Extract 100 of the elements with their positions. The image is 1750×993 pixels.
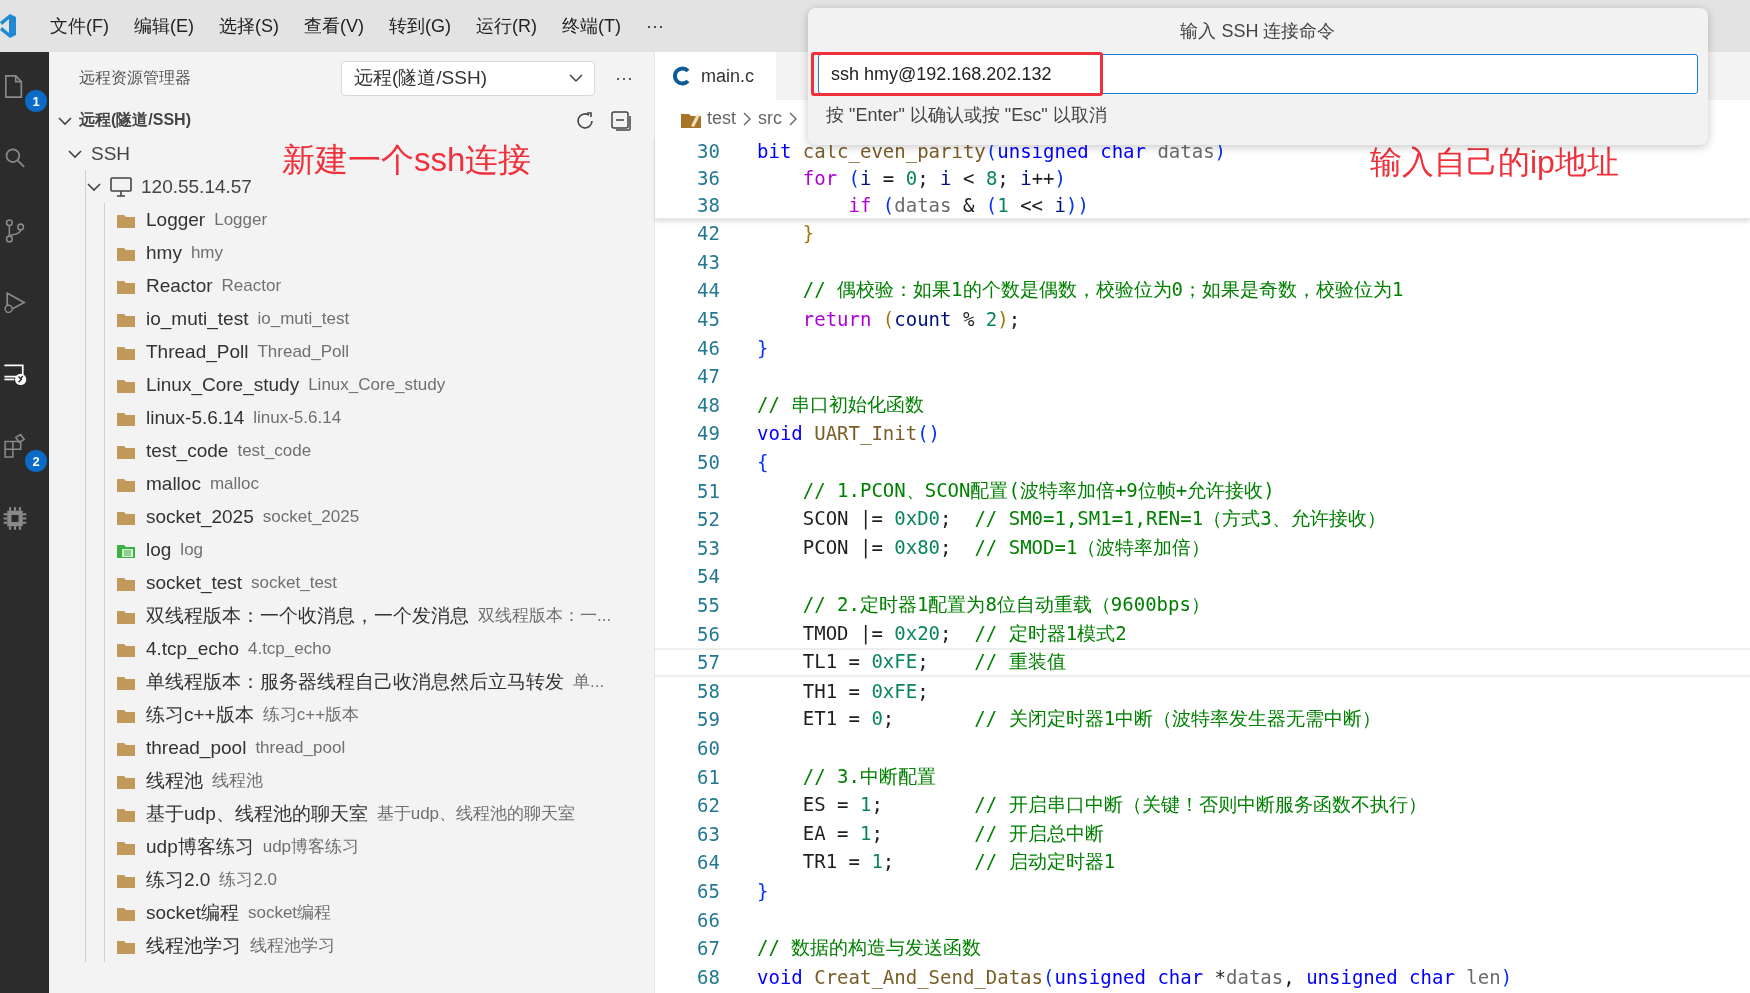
folder-name[interactable]: 练习c++版本 [146,701,254,728]
code-line: TH1 = 0xFE; [801,679,929,702]
folder-name[interactable]: 4.tcp_echo [146,637,239,660]
source-control-icon[interactable] [3,216,27,244]
folder-description: udp博客练习 [262,836,360,858]
code-line: TR1 = 1; // 启动定时器1 [801,849,1116,875]
menu-item[interactable]: 查看(V) [292,10,376,42]
folder-description: thread_pool [255,737,346,758]
folder-name[interactable]: linux-5.6.14 [146,406,245,429]
folder-description: linux-5.6.14 [253,407,342,428]
line-number: 30 [696,139,720,162]
line-number: 42 [696,222,720,245]
code-line: SCON |= 0xD0; // SM0=1,SM1=1,REN=1（方式3、允许接收） [801,506,1386,532]
folder-description: Thread_Poll [257,341,350,362]
folder-name[interactable]: log [146,538,172,561]
code-line: } [801,222,815,245]
more-actions-button[interactable]: ··· [609,66,639,90]
folder-description: 线程池 [212,770,263,792]
folder-name[interactable]: io_muti_test [146,307,249,330]
folder-name[interactable]: Thread_Poll [146,340,249,363]
line-number: 62 [696,794,720,817]
line-number: 44 [696,279,720,302]
line-number: 64 [696,851,720,874]
folder-description: 练习2.0 [219,869,278,891]
host-item[interactable]: 120.55.14.57 [141,175,252,198]
line-number: 48 [696,393,720,416]
folder-description: 单... [573,671,605,693]
folder-name[interactable]: 线程池 [146,767,203,794]
view-dropdown[interactable]: 远程(隧道/SSH) [341,60,595,96]
line-number: 59 [696,708,720,731]
folder-name[interactable]: udp博客练习 [146,833,254,860]
folder-description: Reactor [221,275,282,296]
code-line: PCON |= 0x80; // SMOD=1（波特率加倍） [801,534,1211,561]
code-line: EA = 1; // 开启总中断 [801,820,1104,846]
panel-title: 远程资源管理器 [79,67,192,88]
folder-name[interactable]: 单线程版本：服务器线程自己收消息然后立马转发 [146,668,564,695]
breadcrumb-item[interactable]: src [758,108,782,129]
folder-name[interactable]: 练习2.0 [146,866,211,893]
section-title[interactable]: 远程(隧道/SSH) [79,110,574,131]
folder-name[interactable]: Linux_Core_study [146,373,300,396]
line-number: 55 [696,594,720,616]
folder-description: test_code [237,440,312,461]
folder-name[interactable]: test_code [146,439,229,462]
folder-name[interactable]: Logger [146,208,206,231]
menu-item[interactable]: 文件(F) [38,10,121,42]
folder-name[interactable]: socket_test [146,571,243,594]
line-number: 50 [696,451,720,474]
folder-name[interactable]: thread_pool [146,736,247,759]
line-number: 47 [696,365,720,388]
menu-item[interactable]: 转到(G) [377,10,463,42]
tree-item[interactable]: SSH [91,142,131,165]
folder-description: socket编程 [247,902,332,924]
folder-name[interactable]: socket编程 [146,899,239,926]
line-number: 49 [696,422,720,445]
folder-description: socket_2025 [262,506,360,527]
folder-name[interactable]: malloc [146,472,201,495]
annotation-text: 输入自己的ip地址 [1370,146,1619,178]
command-input-field[interactable]: ssh hmy@192.168.202.132 [818,54,1698,94]
folder-description: log [180,539,204,560]
collapse-all-icon[interactable] [610,109,632,132]
folder-description: 4.tcp_echo [247,638,332,659]
code-line: void UART_Init() [757,422,941,445]
folder-name[interactable]: 线程池学习 [146,932,241,959]
folder-name[interactable]: 基于udp、线程池的聊天室 [146,800,368,827]
count-badge: 1 [25,90,47,112]
code-line: } [757,336,769,359]
code-line: TMOD |= 0x20; // 定时器1模式2 [801,620,1127,647]
line-number: 38 [696,193,720,216]
editor-tab[interactable]: main.c [655,52,776,100]
menu-item[interactable]: 编辑(E) [122,10,206,42]
line-number: 66 [696,908,720,931]
code-line: for (i = 0; i < 8; i++) [801,166,1066,189]
line-number: 56 [696,622,720,645]
line-number: 51 [696,479,720,502]
folder-name[interactable]: hmy [146,241,182,264]
line-number: 54 [696,565,720,588]
code-line: // 1.PCON、SCON配置(波特率加倍+9位帧+允许接收) [801,477,1275,503]
code-line: return (count % 2); [801,308,1021,331]
hint-text: 按 "Enter" 以确认或按 "Esc" 以取消 [825,104,1108,127]
menu-item[interactable]: 终端(T) [550,10,633,42]
line-number: 36 [696,166,720,189]
code-line: ES = 1; // 开启串口中断（关键！否则中断服务函数不执行） [801,792,1427,818]
folder-description: Linux_Core_study [308,374,446,395]
folder-name[interactable]: socket_2025 [146,505,254,528]
menu-item[interactable]: 选择(S) [207,10,291,42]
code-line: ET1 = 0; // 关闭定时器1中断（波特率发生器无需中断） [801,706,1382,732]
line-number: 45 [696,308,720,331]
line-number: 43 [696,250,720,273]
code-line: } [757,879,769,902]
folder-name[interactable]: Reactor [146,274,213,297]
breadcrumb-item[interactable]: test [707,108,736,129]
line-number: 58 [696,679,720,702]
folder-name[interactable]: 双线程版本：一个收消息，一个发消息 [146,602,469,629]
folder-description: Logger [214,209,268,230]
menu-item[interactable]: 运行(R) [464,10,549,42]
chip-icon[interactable] [3,504,27,532]
more-menu-button[interactable]: ··· [633,11,676,41]
refresh-icon[interactable] [574,109,596,132]
folder-description: 练习c++版本 [262,704,360,726]
extensions-icon[interactable] [3,432,27,460]
